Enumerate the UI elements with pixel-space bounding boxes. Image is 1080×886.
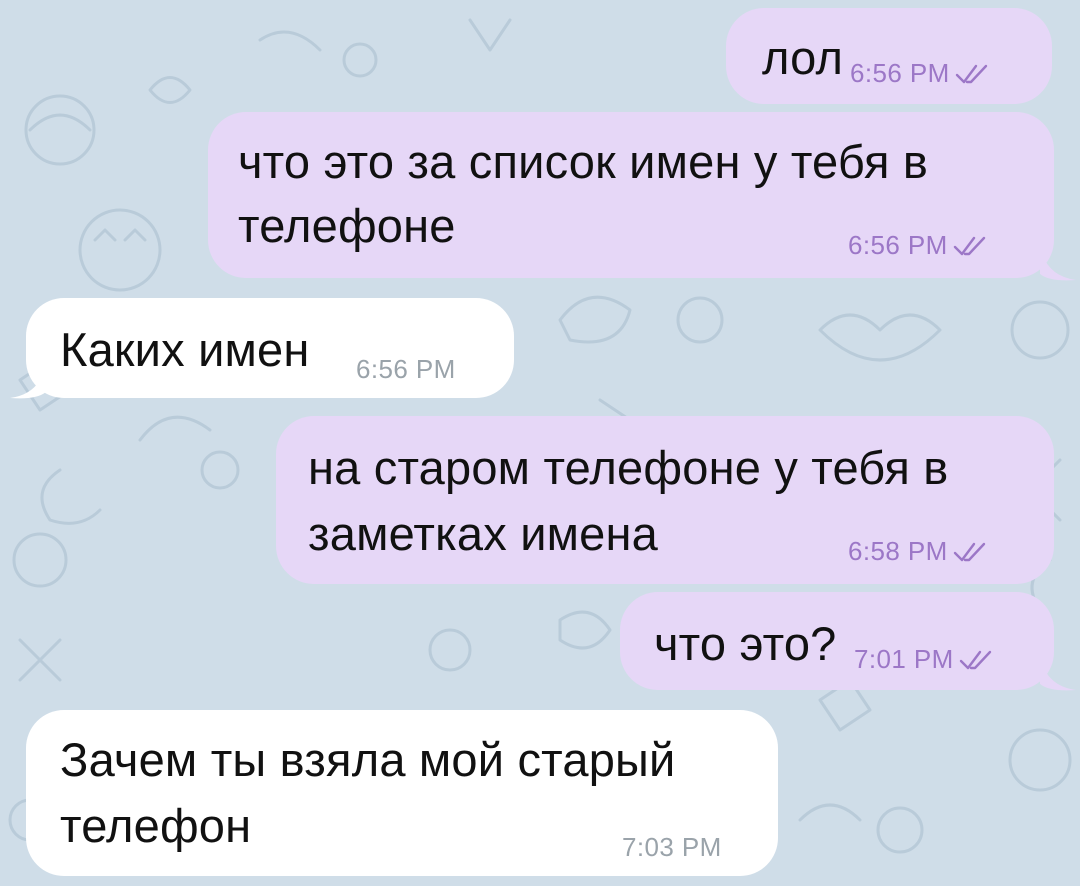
double-check-icon <box>953 542 985 561</box>
message-meta: 6:56 PM <box>850 58 990 89</box>
message-meta: 7:01 PM <box>854 644 994 675</box>
bubble-tail <box>1040 656 1076 691</box>
message-text-line: что это за список имен у тебя в <box>238 135 929 188</box>
message-meta: 6:56 PM <box>356 354 456 385</box>
message-time: 6:58 PM <box>848 536 948 566</box>
bubble-tail <box>1040 246 1076 281</box>
message-time: 6:56 PM <box>850 58 950 88</box>
message-meta: 6:58 PM <box>848 536 988 567</box>
double-check-icon <box>955 64 987 83</box>
message-text: что это? <box>654 617 837 670</box>
message-time: 6:56 PM <box>848 230 948 260</box>
message-text-line: Зачем ты взяла мой старый <box>60 733 676 786</box>
outgoing-message[interactable]: на старом телефоне у тебя в заметках име… <box>276 416 1054 584</box>
message-text: лол <box>762 31 844 84</box>
message-text-line: на старом телефоне у тебя в <box>308 441 949 494</box>
double-check-icon <box>953 236 985 255</box>
message-text-line: телефон <box>60 799 252 852</box>
message-meta: 7:03 PM <box>622 832 722 863</box>
double-check-icon <box>959 650 991 669</box>
message-text-line: заметках имена <box>308 507 658 560</box>
message-text-line: телефоне <box>238 199 456 252</box>
outgoing-message[interactable]: что это? 7:01 PM <box>620 592 1054 690</box>
bubble-tail <box>10 364 46 399</box>
outgoing-message[interactable]: что это за список имен у тебя в телефоне… <box>208 112 1054 278</box>
message-time: 7:01 PM <box>854 644 954 674</box>
message-meta: 6:56 PM <box>848 230 988 261</box>
outgoing-message[interactable]: лол 6:56 PM <box>726 8 1052 104</box>
message-text: Каких имен <box>60 323 310 376</box>
message-time: 7:03 PM <box>622 832 722 862</box>
incoming-message[interactable]: Каких имен 6:56 PM <box>26 298 514 398</box>
incoming-message[interactable]: Зачем ты взяла мой старый телефон 7:03 P… <box>26 710 778 876</box>
message-time: 6:56 PM <box>356 354 456 384</box>
